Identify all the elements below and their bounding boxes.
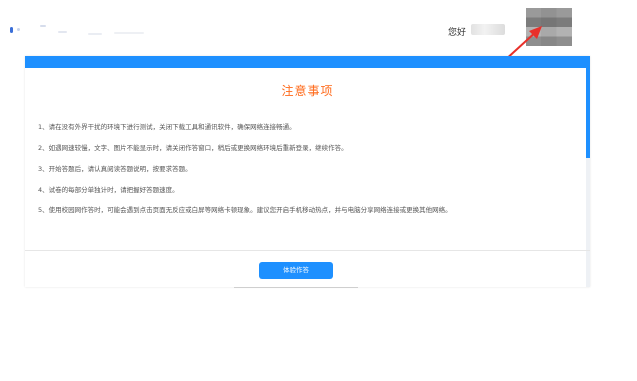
notice-item: 5、使用校园网作答时，可能会遇到点击页面无反应或白屏等网络卡顿现象。建议您开启手… xyxy=(38,206,452,214)
notice-card: 注意事项 1、请在没有外界干扰的环境下进行测试，关闭下载工具和通讯软件，确保网络… xyxy=(25,56,590,288)
start-answer-button[interactable]: 体验作答 xyxy=(259,262,333,279)
notice-item: 4、试卷的每部分单独计时，请把握好答题速度。 xyxy=(38,186,179,194)
blurred-logo xyxy=(10,24,150,38)
greeting-text: 您好 xyxy=(448,28,467,38)
notice-item: 1、请在没有外界干扰的环境下进行测试，关闭下载工具和通讯软件，确保网络连接畅通。 xyxy=(38,123,296,131)
notice-list: 1、请在没有外界干扰的环境下进行测试，关闭下载工具和通讯软件，确保网络连接畅通。… xyxy=(38,122,548,226)
scrollbar[interactable] xyxy=(586,68,590,287)
card-header-stripe xyxy=(25,56,590,68)
notice-item: 2、如遇网速较慢，文字、图片不能显示时，请关闭作答窗口，稍后或更换网络环境后重新… xyxy=(38,144,348,152)
button-underline xyxy=(234,287,358,288)
top-bar: 您好 xyxy=(0,0,637,73)
notice-title: 注意事项 xyxy=(281,84,334,98)
divider xyxy=(25,250,590,251)
notice-item: 3、开始答题后，请认真阅读答题说明，按要求答题。 xyxy=(38,165,192,173)
